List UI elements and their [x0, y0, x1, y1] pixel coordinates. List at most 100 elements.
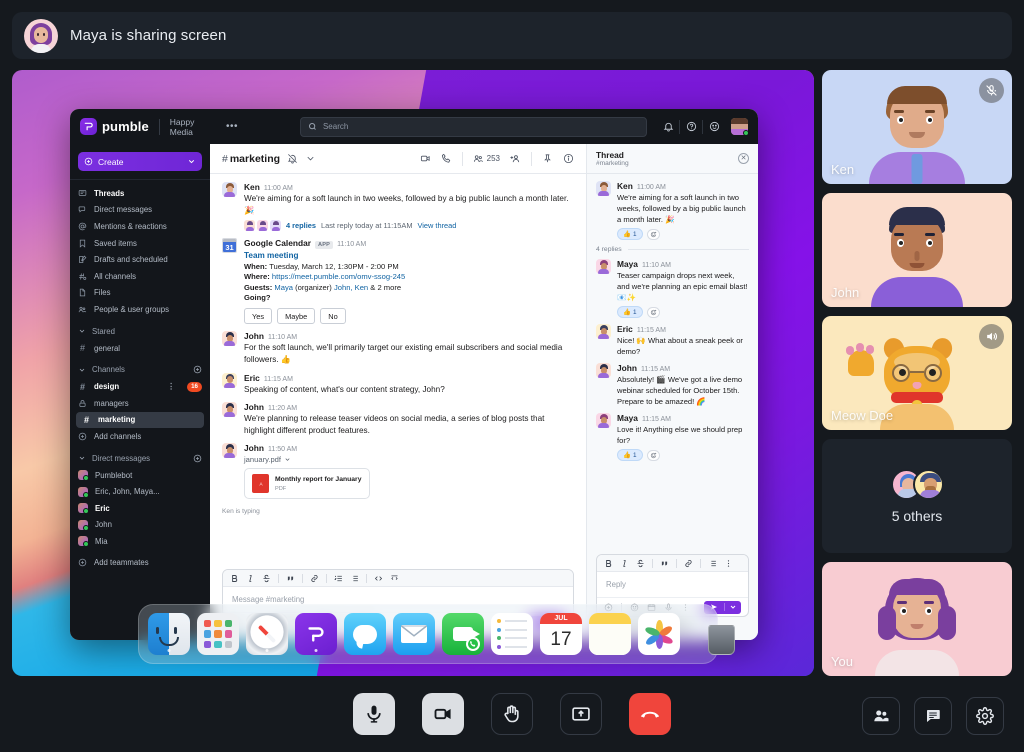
sidebar-dm-eric[interactable]: Eric — [70, 500, 210, 517]
profile-avatar[interactable] — [731, 118, 748, 135]
link-icon[interactable] — [310, 574, 319, 583]
message-author[interactable]: John — [244, 331, 264, 341]
link-icon[interactable] — [684, 559, 693, 568]
sidebar-group-starred[interactable]: Stared — [70, 323, 210, 340]
guest-organizer[interactable]: Maya — [274, 283, 293, 292]
macos-dock[interactable]: JUL 17 — [138, 604, 718, 664]
participants-button[interactable] — [862, 697, 900, 735]
message-author[interactable]: Maya — [617, 413, 638, 423]
mic-button[interactable] — [353, 693, 395, 735]
dock-launchpad-icon[interactable] — [197, 613, 239, 655]
sidebar-item-direct-messages[interactable]: Direct messages — [70, 202, 210, 219]
sidebar-group-channels[interactable]: Channels — [70, 361, 210, 378]
pumble-window[interactable]: pumble Happy Media ••• Search — [70, 109, 758, 640]
sidebar-item-people[interactable]: People & user groups — [70, 301, 210, 318]
message-author[interactable]: Ken — [244, 182, 260, 192]
code-block-icon[interactable] — [390, 574, 399, 583]
search-input[interactable]: Search — [300, 117, 647, 137]
dock-safari-icon[interactable] — [246, 613, 288, 655]
sidebar-item-all-channels[interactable]: All channels — [70, 268, 210, 285]
sidebar-item-drafts[interactable]: Drafts and scheduled — [70, 251, 210, 268]
quote-icon[interactable] — [286, 574, 295, 583]
message-list[interactable]: Ken 11:00 AM We're aiming for a soft lau… — [210, 174, 586, 569]
italic-icon[interactable] — [620, 559, 629, 568]
dock-messages-icon[interactable] — [344, 613, 386, 655]
rsvp-no-button[interactable]: No — [320, 308, 345, 324]
add-member-icon[interactable] — [510, 153, 521, 164]
dock-finder-icon[interactable] — [148, 613, 190, 655]
bell-off-icon[interactable] — [287, 153, 298, 164]
message-author[interactable]: Maya — [617, 259, 638, 269]
code-icon[interactable] — [374, 574, 383, 583]
close-icon[interactable]: ✕ — [738, 153, 749, 164]
message-author[interactable]: John — [617, 363, 637, 373]
reaction-pill[interactable]: 👍 1 — [617, 306, 643, 318]
create-button[interactable]: Create — [78, 152, 202, 171]
thread-replies-summary[interactable]: 4 replies Last reply today at 11:15AM Vi… — [244, 220, 574, 231]
chevron-down-icon[interactable] — [305, 153, 316, 164]
bell-icon[interactable] — [657, 116, 679, 138]
info-icon[interactable] — [563, 153, 574, 164]
italic-icon[interactable] — [246, 574, 255, 583]
channel-options-icon[interactable]: ⋮ — [167, 382, 175, 391]
strikethrough-icon[interactable] — [262, 574, 271, 583]
thread-reply-input[interactable]: Reply — [597, 572, 748, 597]
view-thread-link[interactable]: View thread — [417, 221, 456, 230]
send-options-icon[interactable] — [724, 603, 741, 611]
dock-mail-icon[interactable] — [393, 613, 435, 655]
reaction-pill[interactable]: 👍 1 — [617, 449, 643, 461]
dock-calendar-icon[interactable]: JUL 17 — [540, 613, 582, 655]
participant-tile-meow-doe[interactable]: Meow Doe — [822, 316, 1012, 430]
sidebar-item-general[interactable]: # general — [70, 340, 210, 357]
share-screen-button[interactable] — [560, 693, 602, 735]
add-reaction-icon[interactable] — [647, 229, 660, 240]
chevron-down-icon[interactable] — [284, 456, 291, 463]
file-attachment-card[interactable]: A Monthly report for January PDF — [244, 468, 370, 499]
sidebar-add-teammates[interactable]: Add teammates — [70, 555, 210, 572]
workspace-more-icon[interactable]: ••• — [226, 121, 238, 132]
bold-icon[interactable] — [230, 574, 239, 583]
participant-tile-others[interactable]: 5 others — [822, 439, 1012, 553]
sidebar-dm-john[interactable]: John — [70, 517, 210, 534]
sidebar-dm-mia[interactable]: Mia — [70, 533, 210, 550]
rsvp-yes-button[interactable]: Yes — [244, 308, 272, 324]
sidebar-add-channels[interactable]: Add channels — [70, 428, 210, 445]
sidebar-item-marketing[interactable]: # marketing — [76, 412, 204, 429]
raise-hand-button[interactable] — [491, 693, 533, 735]
dock-notes-icon[interactable] — [589, 613, 631, 655]
event-title[interactable]: Team meeting — [244, 251, 574, 260]
sidebar-item-threads[interactable]: Threads — [70, 185, 210, 202]
sidebar-dm-pumblebot[interactable]: Pumblebot — [70, 467, 210, 484]
sidebar-item-mentions[interactable]: Mentions & reactions — [70, 218, 210, 235]
end-call-button[interactable] — [629, 693, 671, 735]
participant-tile-you[interactable]: You — [822, 562, 1012, 676]
guests-more[interactable]: & 2 more — [370, 283, 401, 292]
participant-tile-ken[interactable]: Ken — [822, 70, 1012, 184]
message-author[interactable]: John — [244, 443, 264, 453]
help-icon[interactable] — [680, 116, 702, 138]
participant-tile-john[interactable]: John — [822, 193, 1012, 307]
reply-count[interactable]: 4 replies — [286, 221, 316, 230]
channel-title[interactable]: # marketing — [222, 153, 280, 165]
sidebar-item-design[interactable]: # design ⋮ 16 — [70, 378, 210, 395]
reaction-pill[interactable]: 👍 1 — [617, 228, 643, 240]
file-name-row[interactable]: january.pdf — [244, 455, 574, 464]
sidebar-item-files[interactable]: Files — [70, 285, 210, 302]
strikethrough-icon[interactable] — [636, 559, 645, 568]
message-author[interactable]: Eric — [617, 324, 633, 334]
dock-photos-icon[interactable] — [638, 613, 680, 655]
dock-trash-icon[interactable] — [700, 613, 742, 655]
message-author[interactable]: John — [244, 402, 264, 412]
add-reaction-icon[interactable] — [647, 450, 660, 461]
add-reaction-icon[interactable] — [647, 307, 660, 318]
settings-button[interactable] — [966, 697, 1004, 735]
sidebar-item-managers[interactable]: managers — [70, 395, 210, 412]
guest-list[interactable]: John, Ken — [334, 283, 368, 292]
workspace-name[interactable]: Happy Media — [170, 117, 216, 137]
quote-icon[interactable] — [660, 559, 669, 568]
more-icon[interactable] — [724, 559, 733, 568]
pin-icon[interactable] — [542, 153, 553, 164]
member-count[interactable]: 253 — [473, 153, 500, 164]
bullet-list-icon[interactable] — [350, 574, 359, 583]
ordered-list-icon[interactable] — [334, 574, 343, 583]
